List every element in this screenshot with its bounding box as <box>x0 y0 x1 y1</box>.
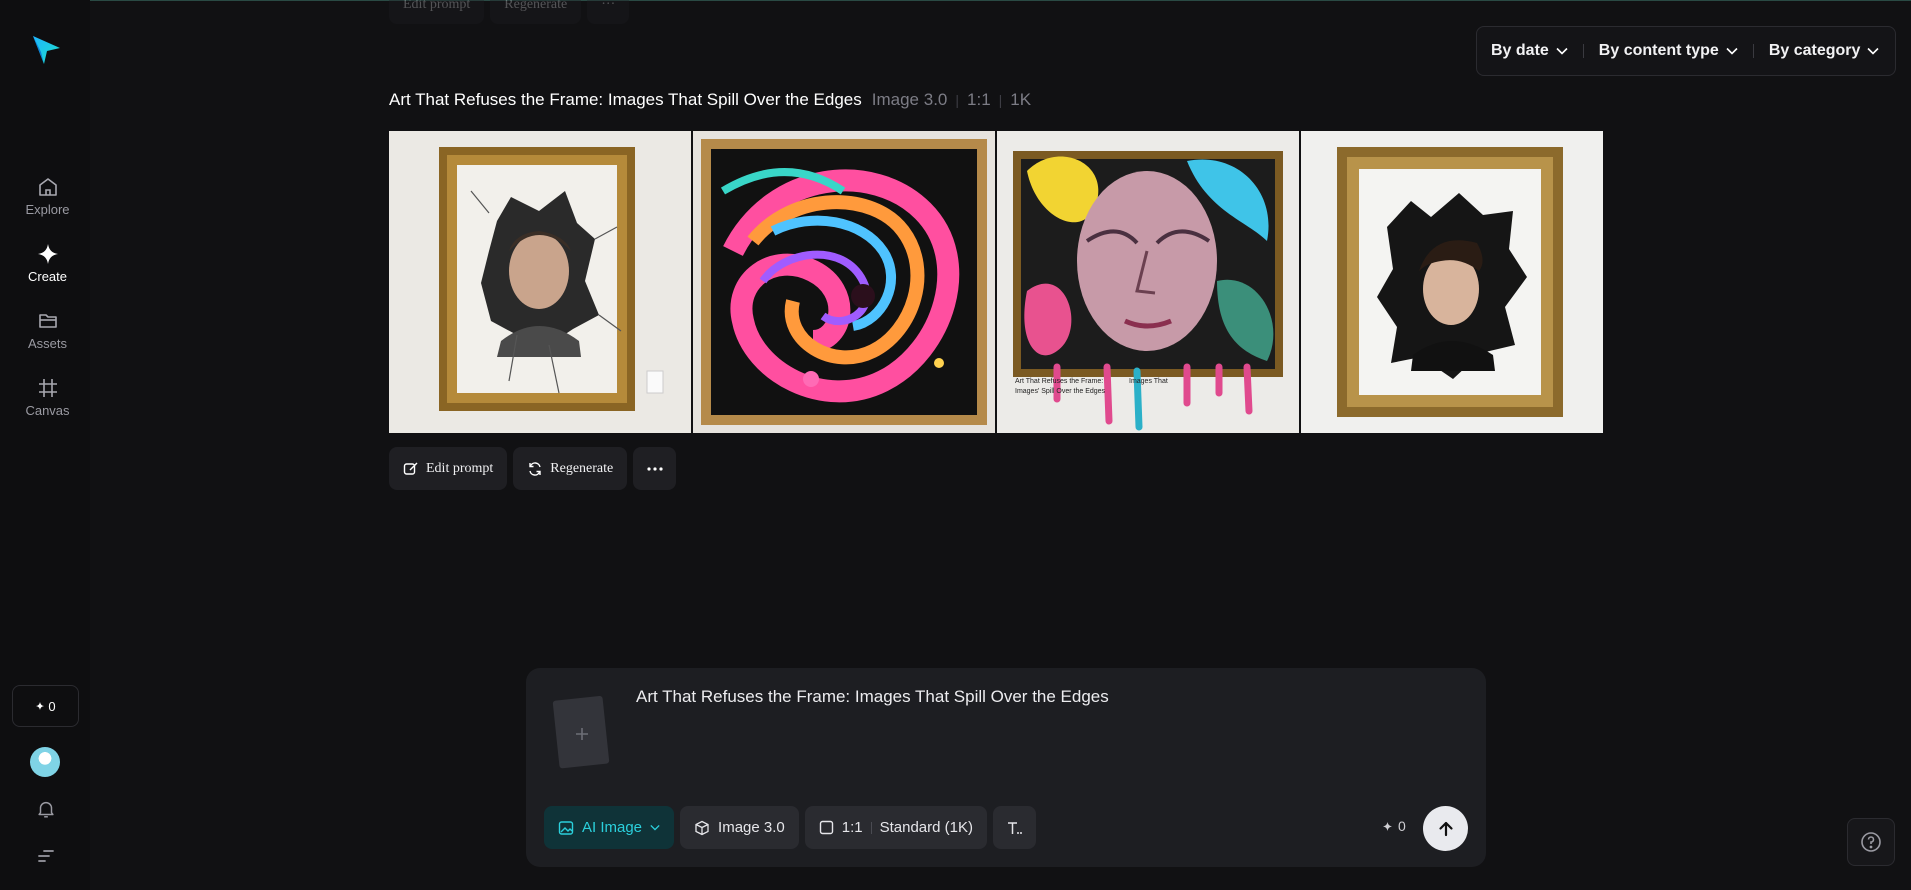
image-3-artwork: Art That Refuses the Frame: Images' Spil… <box>997 131 1299 433</box>
edit-icon <box>403 462 418 475</box>
chevron-down-icon <box>650 824 660 831</box>
edit-prompt-button[interactable]: Edit prompt <box>389 447 508 490</box>
image-1-artwork <box>389 131 691 433</box>
menu-icon[interactable] <box>36 848 56 864</box>
arrow-up-icon <box>1438 821 1453 836</box>
regenerate-button[interactable]: Regenerate <box>513 447 628 490</box>
previous-edit-button[interactable]: Edit prompt <box>389 0 485 24</box>
prompt-input[interactable]: Art That Refuses the Frame: Images That … <box>636 687 1109 707</box>
image-2-artwork <box>693 131 995 433</box>
filter-by-content-type[interactable]: By content type <box>1599 42 1738 60</box>
filter-separator <box>1752 44 1754 58</box>
generated-image-4[interactable] <box>1301 131 1603 433</box>
nav-create-label: Create <box>27 269 68 284</box>
frame-icon <box>38 379 57 397</box>
model-label: Image 3.0 <box>718 819 785 836</box>
send-button[interactable] <box>1423 806 1468 851</box>
generation-cost: 0 <box>1382 818 1406 834</box>
generated-image-3[interactable]: Art That Refuses the Frame: Images' Spil… <box>997 131 1299 433</box>
model-selector[interactable]: Image 3.0 <box>680 806 799 849</box>
generation-title: Art That Refuses the Frame: Images That … <box>389 90 862 109</box>
sparkle-small-icon <box>36 701 45 711</box>
app-root: Explore Create Assets Canvas 0 Edit prom… <box>0 0 1911 890</box>
more-options-button[interactable] <box>633 447 677 490</box>
text-quote-icon <box>1007 821 1022 834</box>
filter-by-content-type-label: By content type <box>1598 42 1719 59</box>
ratio-label: 1:1 <box>841 819 863 836</box>
cost-value: 0 <box>1398 818 1406 834</box>
chevron-down-icon <box>1556 47 1568 55</box>
bell-icon[interactable] <box>35 798 57 820</box>
nav-assets[interactable]: Assets <box>0 309 95 351</box>
previous-regenerate-button[interactable]: Regenerate <box>490 0 582 24</box>
quality-label: Standard (1K) <box>879 819 973 836</box>
nav-explore[interactable]: Explore <box>0 175 95 217</box>
regenerate-label: Regenerate <box>550 460 614 476</box>
meta-separator: | <box>955 92 960 108</box>
composer-tools: AI Image Image 3.0 1:1 Standard (1K) <box>544 806 1036 849</box>
credits-count: 0 <box>48 698 56 714</box>
credits-badge[interactable]: 0 <box>12 685 79 727</box>
help-icon <box>1861 832 1881 852</box>
nav-assets-label: Assets <box>27 336 67 351</box>
meta-separator: | <box>998 92 1003 108</box>
avatar[interactable] <box>30 747 60 777</box>
generation-ratio: 1:1 <box>967 90 991 109</box>
chevron-down-icon <box>1726 47 1738 55</box>
chevron-down-icon <box>1867 47 1879 55</box>
sparkle-icon <box>37 244 58 264</box>
upload-reference-icon[interactable] <box>552 694 612 770</box>
filter-bar: By date By content type By category <box>1476 26 1896 76</box>
help-button[interactable] <box>1847 818 1895 866</box>
image-3-caption-right: Images That <box>1129 378 1168 385</box>
edit-prompt-label: Edit prompt <box>426 460 494 476</box>
home-icon <box>38 178 57 196</box>
ratio-quality-selector[interactable]: 1:1 Standard (1K) <box>804 806 987 849</box>
sparkle-small-icon <box>1382 821 1393 831</box>
more-icon <box>647 466 663 471</box>
mode-label: AI Image <box>582 819 643 836</box>
logo-icon[interactable] <box>30 34 62 66</box>
nav-explore-label: Explore <box>25 202 70 217</box>
filter-by-category[interactable]: By category <box>1769 42 1880 60</box>
generation-resolution: 1K <box>1010 90 1032 109</box>
filter-by-category-label: By category <box>1768 42 1861 59</box>
top-accent-line <box>0 0 1911 1</box>
ai-image-icon <box>558 820 574 835</box>
filter-separator <box>1582 44 1584 58</box>
nav-canvas-label: Canvas <box>25 403 70 418</box>
image-4-artwork <box>1301 131 1603 433</box>
nav-canvas[interactable]: Canvas <box>0 376 95 418</box>
generation-actions: Edit prompt Regenerate <box>389 447 677 490</box>
mode-selector[interactable]: AI Image <box>544 806 675 849</box>
previous-actions-row: Edit prompt Regenerate ··· <box>389 0 630 24</box>
nav-create[interactable]: Create <box>0 242 95 284</box>
folder-icon <box>38 314 57 328</box>
prompt-composer: Art That Refuses the Frame: Images That … <box>526 668 1486 867</box>
regenerate-icon <box>529 461 541 476</box>
text-style-button[interactable] <box>993 806 1036 849</box>
generation-header: Art That Refuses the Frame: Images That … <box>389 90 1031 110</box>
filter-by-date[interactable]: By date <box>1491 42 1568 60</box>
generated-images: Art That Refuses the Frame: Images' Spil… <box>389 131 1603 433</box>
cube-icon <box>695 820 709 835</box>
generation-model: Image 3.0 <box>871 90 948 109</box>
generated-image-2[interactable] <box>693 131 995 433</box>
aspect-ratio-icon <box>819 820 833 835</box>
generated-image-1[interactable] <box>389 131 691 433</box>
tool-separator <box>870 821 872 834</box>
filter-by-date-label: By date <box>1491 42 1549 59</box>
previous-more-button[interactable]: ··· <box>587 0 630 24</box>
sidebar: Explore Create Assets Canvas 0 <box>0 0 90 890</box>
